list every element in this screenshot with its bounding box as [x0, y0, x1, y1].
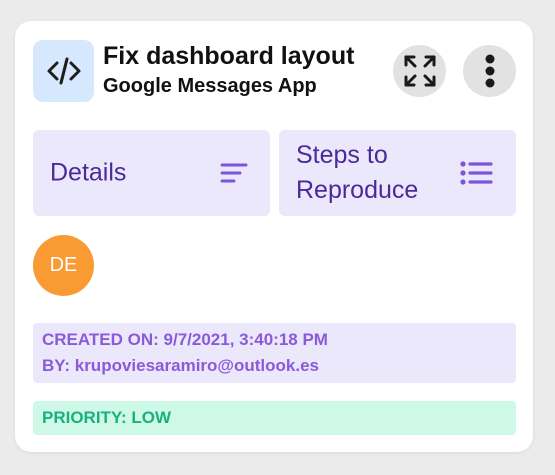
expand-button[interactable]: [393, 45, 446, 97]
text-align-left-icon: [220, 163, 248, 183]
list-icon: [460, 161, 493, 185]
more-vertical-icon: [485, 54, 494, 88]
priority-text: PRIORITY: LOW: [42, 408, 172, 427]
tab-steps-to-reproduce[interactable]: Steps to Reproduce: [279, 130, 516, 216]
card-subtitle: Google Messages App: [103, 75, 317, 97]
priority-badge: PRIORITY: LOW: [33, 401, 516, 435]
more-options-button[interactable]: [463, 45, 516, 97]
title-block: Fix dashboard layout Google Messages App: [103, 40, 354, 99]
tab-steps-label-line2: Reproduce: [296, 176, 419, 204]
expand-icon: [404, 55, 435, 87]
created-by-text: BY: krupoviesaramiro@outlook.es: [42, 356, 319, 375]
task-card: Fix dashboard layout Google Messages App: [15, 21, 533, 452]
tab-details-label: Details: [50, 158, 127, 187]
created-on-text: CREATED ON: 9/7/2021, 3:40:18 PM: [42, 330, 328, 349]
assignee-avatar[interactable]: DE: [33, 235, 94, 296]
tab-details[interactable]: Details: [33, 130, 270, 216]
code-icon: [33, 40, 94, 102]
tab-steps-label-line1: Steps to: [296, 141, 388, 169]
card-title: Fix dashboard layout: [103, 42, 355, 70]
card-header: Fix dashboard layout Google Messages App: [33, 40, 516, 102]
tab-steps-label: Steps to Reproduce: [296, 138, 418, 208]
meta-info: CREATED ON: 9/7/2021, 3:40:18 PM BY: kru…: [33, 323, 516, 383]
